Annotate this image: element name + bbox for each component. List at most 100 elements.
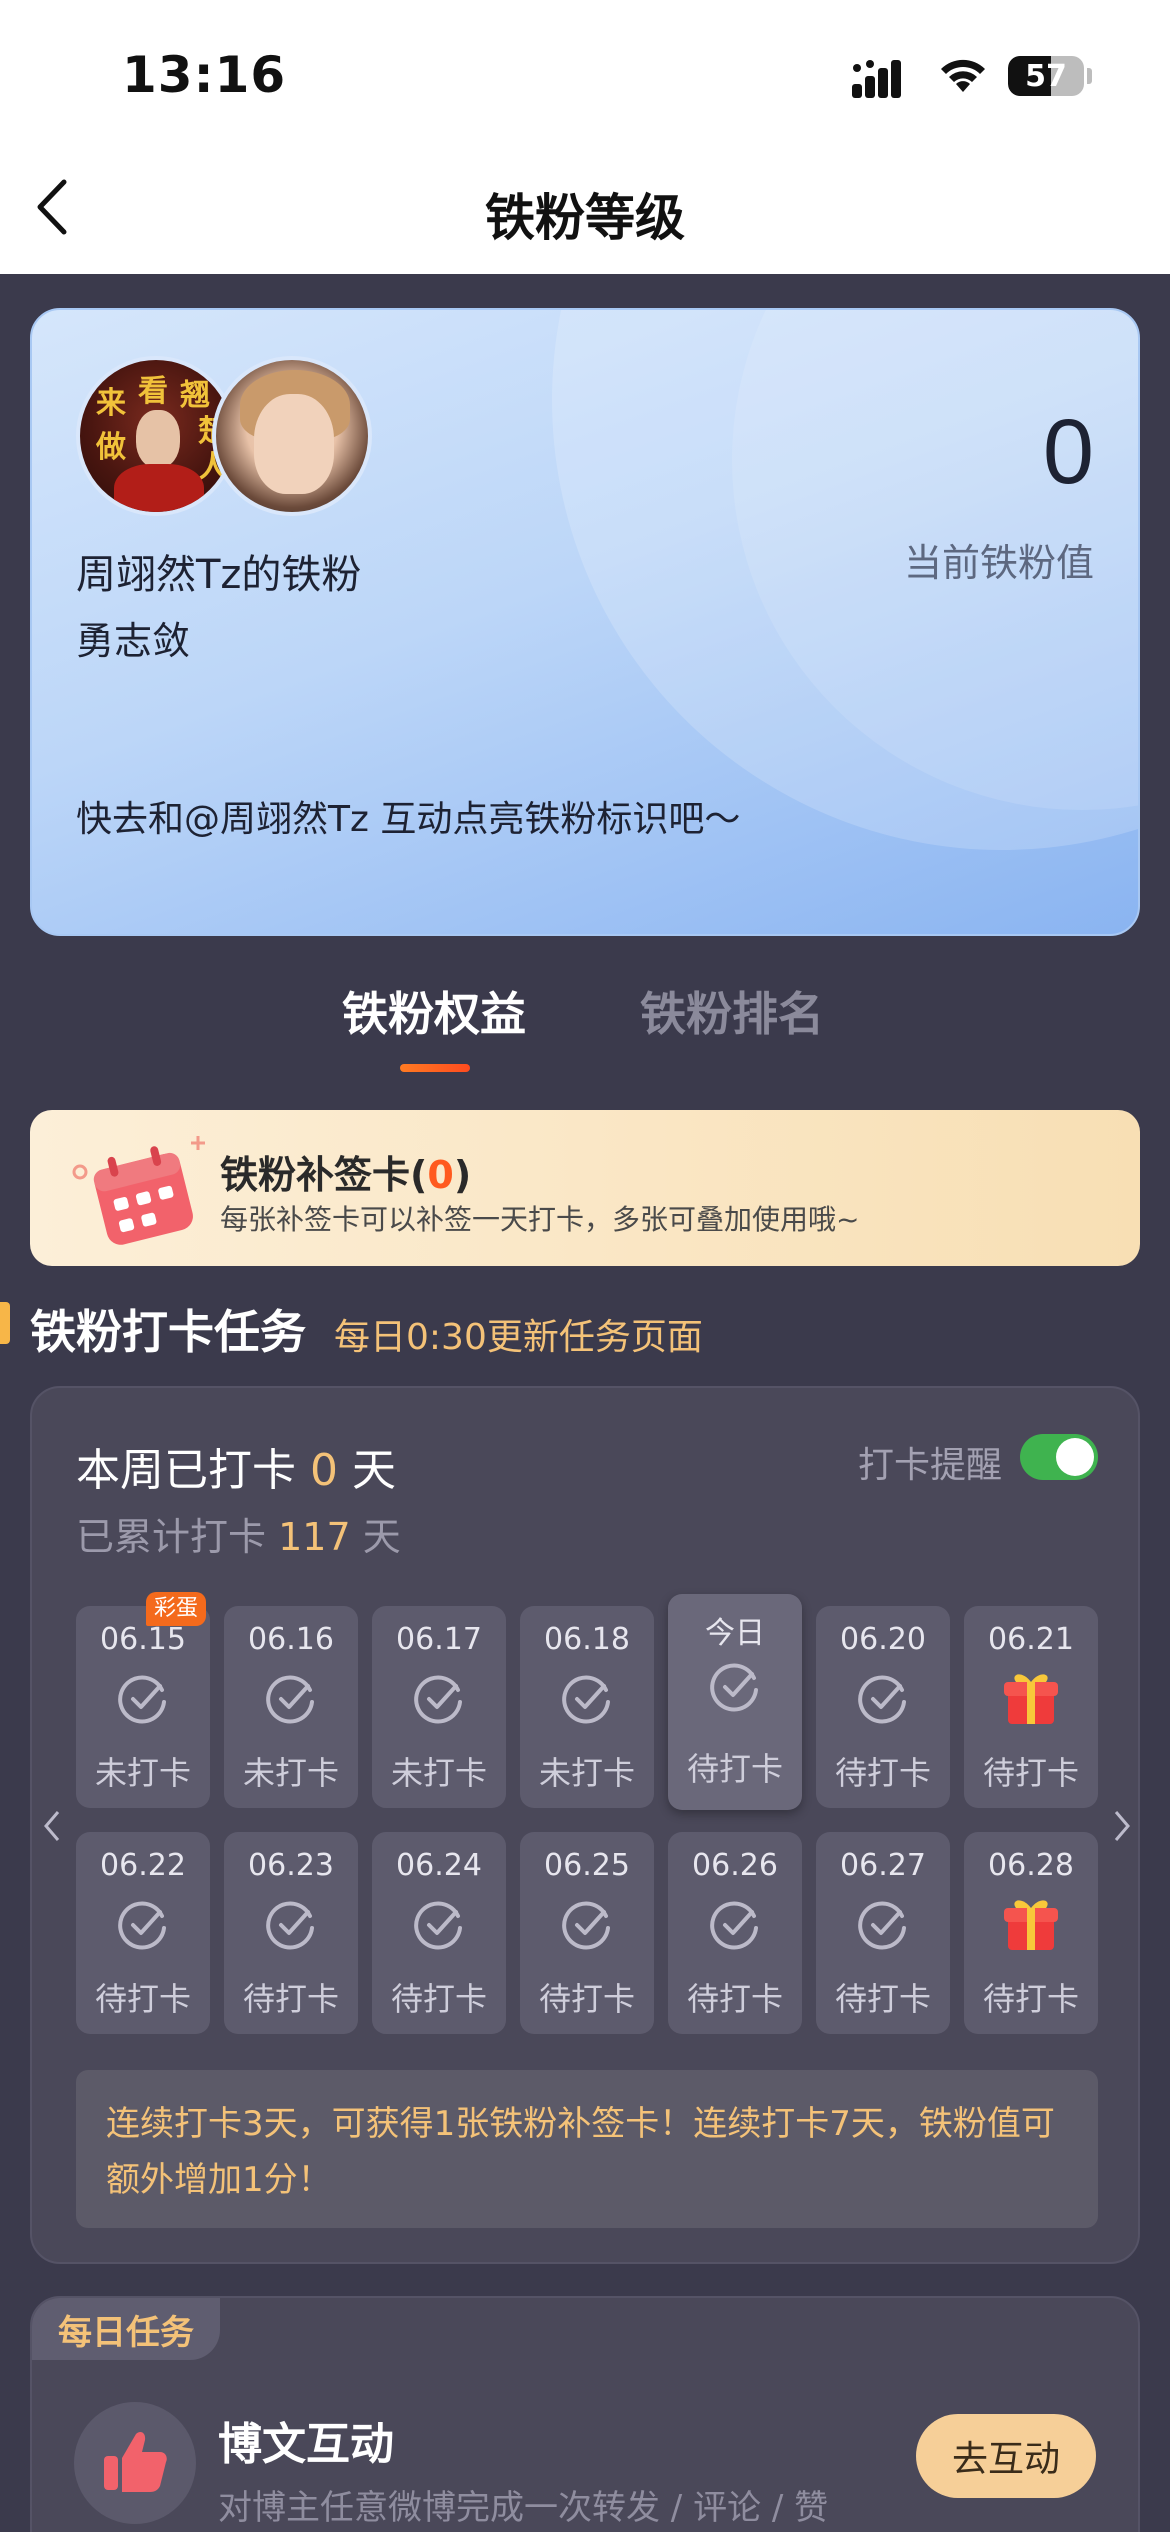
check-circle-icon: [562, 1675, 610, 1724]
day-date: 06.23: [248, 1848, 334, 1883]
makeup-card-count: 0: [427, 1153, 454, 1197]
checkin-reminder-toggle[interactable]: [1020, 1434, 1098, 1480]
day-date: 06.18: [544, 1622, 630, 1657]
avatar-text: 看: [138, 374, 168, 409]
fan-value-label: 当前铁粉值: [903, 541, 1094, 585]
checkin-card: 本周已打卡 0 天 已累计打卡 117 天 打卡提醒 06.15 未打卡 彩蛋 06.…: [30, 1386, 1140, 2264]
checkin-day[interactable]: 06.25 待打卡: [520, 1832, 654, 2034]
day-date: 06.17: [396, 1622, 482, 1657]
avatar-text: 做: [96, 430, 126, 465]
day-status: 未打卡: [538, 1754, 635, 1792]
checkin-day-today[interactable]: 今日 待打卡: [668, 1594, 802, 1810]
tab-bar: 铁粉权益 铁粉排名: [0, 978, 1170, 1088]
tab-fan-rights[interactable]: 铁粉权益: [342, 978, 526, 1044]
daily-task-badge: 每日任务: [32, 2298, 220, 2360]
avatar-face: [254, 394, 334, 494]
check-circle-icon: [710, 1663, 758, 1712]
day-date: 06.16: [248, 1622, 334, 1657]
checkin-day[interactable]: 06.16 未打卡: [224, 1606, 358, 1808]
task-desc: 对博主任意微博完成一次转发 / 评论 / 赞: [218, 2488, 829, 2528]
checkin-day[interactable]: 06.17 未打卡: [372, 1606, 506, 1808]
day-status: 待打卡: [538, 1980, 635, 2018]
status-time: 13:16: [122, 46, 287, 104]
status-bar: 13:16 57: [0, 0, 1170, 150]
makeup-card-banner[interactable]: 铁粉补签卡(0) 每张补签卡可以补签一天打卡，多张可叠加使用哦~: [30, 1110, 1140, 1266]
battery-tip: [1087, 68, 1092, 84]
check-circle-icon: [858, 1901, 906, 1950]
checkin-day[interactable]: 06.20 待打卡: [816, 1606, 950, 1808]
reward-tip: 连续打卡3天，可获得1张铁粉补签卡！连续打卡7天，铁粉值可额外增加1分！: [76, 2070, 1098, 2228]
checkin-day[interactable]: 06.23 待打卡: [224, 1832, 358, 2034]
week-checkin-count: 本周已打卡 0 天: [76, 1445, 396, 1496]
section-title: 铁粉打卡任务: [30, 1305, 306, 1359]
checkin-day[interactable]: 06.21 待打卡: [964, 1606, 1098, 1808]
day-date: 06.25: [544, 1848, 630, 1883]
toggle-knob: [1056, 1438, 1094, 1476]
fan-card: 来 看 翘 楚 做 人 周翊然Tz的铁粉 勇志敛 0 当前铁粉值 快去和@周翊然…: [30, 308, 1140, 936]
day-status: 待打卡: [982, 1754, 1079, 1792]
day-status: 待打卡: [834, 1980, 931, 2018]
day-date: 06.28: [988, 1848, 1074, 1883]
tab-active-indicator: [400, 1064, 470, 1072]
check-circle-icon: [414, 1675, 462, 1724]
day-status: 待打卡: [94, 1980, 191, 2018]
makeup-card-title: 铁粉补签卡(0): [220, 1153, 472, 1197]
day-status: 待打卡: [242, 1980, 339, 2018]
checkin-day[interactable]: 06.26 待打卡: [668, 1832, 802, 2034]
checkin-day[interactable]: 06.24 待打卡: [372, 1832, 506, 2034]
task-title: 博文互动: [218, 2419, 394, 2470]
day-status: 未打卡: [242, 1754, 339, 1792]
nav-bar: 铁粉等级: [0, 150, 1170, 274]
checkin-reminder-label: 打卡提醒: [858, 1445, 1003, 1486]
check-circle-icon: [118, 1675, 166, 1724]
day-status: 未打卡: [390, 1754, 487, 1792]
check-circle-icon: [118, 1901, 166, 1950]
day-status: 待打卡: [982, 1980, 1079, 2018]
day-status: 待打卡: [686, 1980, 783, 2018]
checkin-day[interactable]: 06.22 待打卡: [76, 1832, 210, 2034]
check-circle-icon: [710, 1901, 758, 1950]
avatar-text: 来: [96, 386, 126, 421]
day-status: 待打卡: [390, 1980, 487, 2018]
day-status: 待打卡: [686, 1750, 783, 1788]
check-circle-icon: [266, 1901, 314, 1950]
day-date: 今日: [705, 1616, 765, 1651]
thumbs-up-icon: [104, 2432, 167, 2492]
day-date: 06.15: [100, 1622, 186, 1657]
chevron-left-icon[interactable]: [42, 1808, 62, 1844]
calendar-icon: [72, 1136, 205, 1245]
day-date: 06.24: [396, 1848, 482, 1883]
day-status: 未打卡: [94, 1754, 191, 1792]
day-date: 06.21: [988, 1622, 1074, 1657]
user-nickname: 勇志敛: [76, 619, 191, 663]
signal-icon: [852, 60, 901, 98]
fan-value: 0: [1042, 401, 1094, 503]
checkin-day[interactable]: 06.15 未打卡 彩蛋: [76, 1592, 210, 1808]
gift-icon: [1004, 1674, 1058, 1724]
checkin-day[interactable]: 06.28 待打卡: [964, 1832, 1098, 2034]
section-marker: [0, 1302, 10, 1344]
check-circle-icon: [562, 1901, 610, 1950]
section-subtitle: 每日0:30更新任务页面: [334, 1317, 703, 1358]
chevron-right-icon[interactable]: [1112, 1808, 1132, 1844]
gift-icon: [1004, 1900, 1058, 1950]
go-interact-button[interactable]: 去互动: [916, 2414, 1096, 2498]
day-date: 06.20: [840, 1622, 926, 1657]
check-circle-icon: [266, 1675, 314, 1724]
easter-egg-badge: 彩蛋: [146, 1592, 207, 1626]
makeup-card-desc: 每张补签卡可以补签一天打卡，多张可叠加使用哦~: [220, 1203, 860, 1236]
check-circle-icon: [858, 1675, 906, 1724]
tab-fan-ranking[interactable]: 铁粉排名: [640, 978, 824, 1044]
day-date: 06.22: [100, 1848, 186, 1883]
battery-level: 57: [1025, 58, 1067, 94]
day-date: 06.27: [840, 1848, 926, 1883]
task-icon-circle: [74, 2402, 196, 2524]
user-avatar[interactable]: [212, 356, 372, 516]
fan-tip: 快去和@周翊然Tz 互动点亮铁粉标识吧～: [76, 799, 741, 840]
daily-task-card: 每日任务 博文互动 对博主任意微博完成一次转发 / 评论 / 赞 去互动: [30, 2296, 1140, 2532]
wifi-icon: [941, 59, 985, 92]
checkin-day[interactable]: 06.18 未打卡: [520, 1606, 654, 1808]
check-circle-icon: [414, 1901, 462, 1950]
battery-icon: 57: [1008, 56, 1084, 96]
checkin-day[interactable]: 06.27 待打卡: [816, 1832, 950, 2034]
